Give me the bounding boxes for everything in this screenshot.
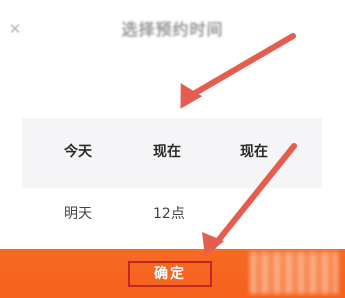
watermark: [250, 252, 338, 294]
picker-minute-selected[interactable]: 现在: [240, 141, 268, 161]
confirm-button[interactable]: 确定: [128, 261, 212, 287]
annotation-arrow-1: [187, 33, 296, 99]
appointment-time-dialog: ✕ 选择预约时间 今天 明天 现在 12点 现在 确定: [0, 0, 345, 298]
picker-hour-selected[interactable]: 现在: [153, 141, 181, 161]
dialog-title: 选择预约时间: [121, 20, 224, 39]
picker-hour-next[interactable]: 12点: [153, 203, 185, 223]
picker-day-next[interactable]: 明天: [64, 203, 92, 223]
picker-day-selected[interactable]: 今天: [64, 141, 92, 161]
annotation-arrowhead-1: [180, 83, 203, 109]
